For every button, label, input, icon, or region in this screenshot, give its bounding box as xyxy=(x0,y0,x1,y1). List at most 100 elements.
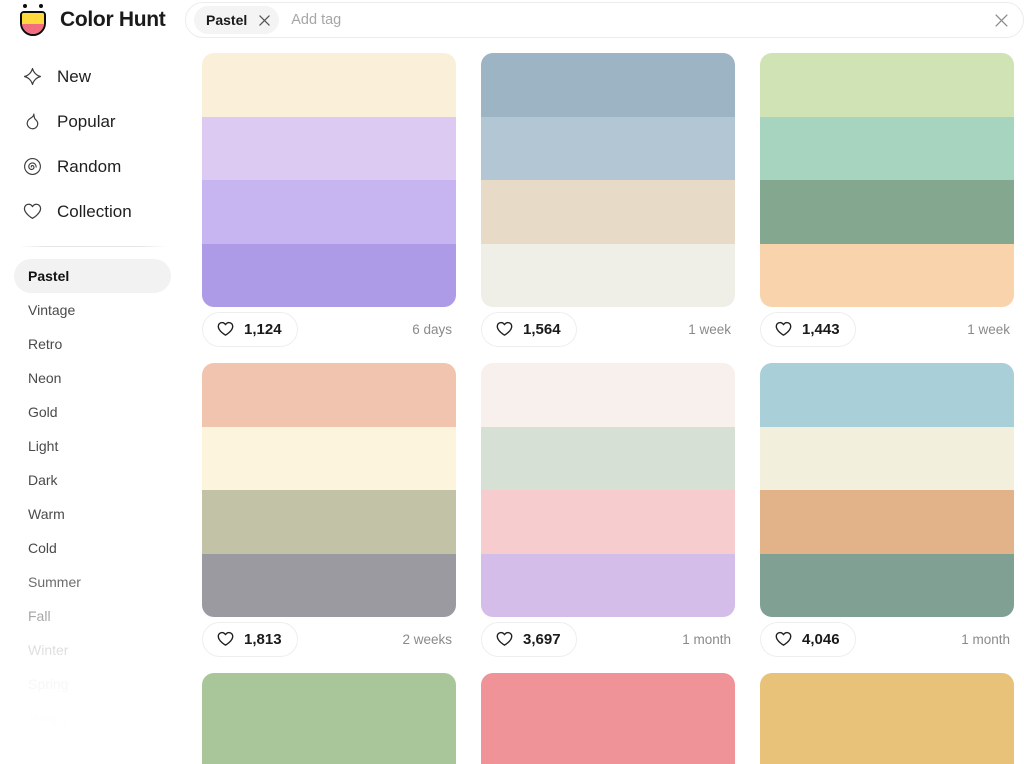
palette-card xyxy=(760,673,1014,764)
sidebar-tag-happy-label: Happy xyxy=(28,710,68,726)
brand-title: Color Hunt xyxy=(60,8,165,32)
palette-swatch[interactable] xyxy=(202,117,456,181)
sidebar-tag-cold[interactable]: Cold xyxy=(14,531,171,565)
palette-swatch[interactable] xyxy=(760,117,1014,181)
like-button[interactable]: 1,443 xyxy=(760,312,856,347)
palette-swatches[interactable] xyxy=(760,673,1014,764)
palette-swatch[interactable] xyxy=(481,490,735,554)
palette-swatches[interactable] xyxy=(760,53,1014,307)
like-button[interactable]: 1,813 xyxy=(202,622,298,657)
palette-swatch[interactable] xyxy=(760,673,1014,737)
app-body: New Popular Random xyxy=(0,40,1024,764)
like-count: 1,124 xyxy=(244,321,282,338)
sidebar-item-random[interactable]: Random xyxy=(0,144,185,189)
palette-swatch[interactable] xyxy=(481,117,735,181)
like-count: 4,046 xyxy=(802,631,840,648)
palette-swatch[interactable] xyxy=(481,363,735,427)
sidebar-item-popular[interactable]: Popular xyxy=(0,99,185,144)
sidebar-tag-pastel[interactable]: Pastel xyxy=(14,259,171,293)
sidebar-tag-fall-label: Fall xyxy=(28,608,51,624)
top-bar: Color Hunt Pastel xyxy=(0,0,1024,40)
palette-swatch[interactable] xyxy=(760,737,1014,764)
palette-swatch[interactable] xyxy=(202,427,456,491)
active-tag-chip-label: Pastel xyxy=(206,12,247,28)
palette-card-footer: 4,046 1 month xyxy=(760,617,1014,661)
palette-swatch[interactable] xyxy=(202,737,456,764)
palette-swatch[interactable] xyxy=(760,363,1014,427)
palette-card-footer: 1,124 6 days xyxy=(202,307,456,351)
clear-search-icon[interactable] xyxy=(989,8,1013,32)
palette-swatch[interactable] xyxy=(760,244,1014,308)
palette-timestamp: 1 week xyxy=(688,322,733,337)
sidebar-tag-happy[interactable]: Happy xyxy=(14,701,171,735)
sidebar-tag-pastel-label: Pastel xyxy=(28,268,69,284)
palette-swatches[interactable] xyxy=(481,363,735,617)
sidebar-tag-warm-label: Warm xyxy=(28,506,65,522)
heart-icon xyxy=(216,630,235,649)
like-button[interactable]: 1,564 xyxy=(481,312,577,347)
spiral-icon xyxy=(22,156,43,177)
palette-swatch[interactable] xyxy=(760,427,1014,491)
palette-swatches[interactable] xyxy=(760,363,1014,617)
palette-swatch[interactable] xyxy=(481,180,735,244)
palette-swatch[interactable] xyxy=(760,490,1014,554)
heart-icon xyxy=(774,630,793,649)
palette-swatch[interactable] xyxy=(202,490,456,554)
sidebar-item-collection[interactable]: Collection xyxy=(0,189,185,234)
sidebar-tag-retro[interactable]: Retro xyxy=(14,327,171,361)
palette-swatch[interactable] xyxy=(202,180,456,244)
palette-swatch[interactable] xyxy=(481,737,735,764)
sidebar-tag-light[interactable]: Light xyxy=(14,429,171,463)
palette-swatch[interactable] xyxy=(481,673,735,737)
add-tag-input[interactable] xyxy=(287,5,983,35)
like-button[interactable]: 4,046 xyxy=(760,622,856,657)
palette-card: 1,564 1 week xyxy=(481,53,735,351)
palette-swatch[interactable] xyxy=(481,244,735,308)
sidebar-tag-summer-label: Summer xyxy=(28,574,81,590)
remove-tag-icon[interactable] xyxy=(251,7,277,33)
palette-swatches[interactable] xyxy=(202,363,456,617)
sidebar-tag-warm[interactable]: Warm xyxy=(14,497,171,531)
palette-swatch[interactable] xyxy=(760,554,1014,618)
sidebar-tag-vintage-label: Vintage xyxy=(28,302,75,318)
palette-swatches[interactable] xyxy=(202,673,456,764)
palette-timestamp: 1 month xyxy=(682,632,733,647)
palette-card xyxy=(202,673,456,764)
heart-icon xyxy=(22,201,43,222)
sidebar-item-new[interactable]: New xyxy=(0,54,185,99)
sidebar-tag-summer[interactable]: Summer xyxy=(14,565,171,599)
palette-swatches[interactable] xyxy=(481,53,735,307)
palette-card: 4,046 1 month xyxy=(760,363,1014,661)
palette-swatches[interactable] xyxy=(481,673,735,764)
palette-swatch[interactable] xyxy=(202,244,456,308)
sidebar-tag-gold[interactable]: Gold xyxy=(14,395,171,429)
sidebar-tag-dark[interactable]: Dark xyxy=(14,463,171,497)
palette-swatch[interactable] xyxy=(202,53,456,117)
like-button[interactable]: 3,697 xyxy=(481,622,577,657)
palette-swatches[interactable] xyxy=(202,53,456,307)
palette-swatch[interactable] xyxy=(202,363,456,427)
palette-swatch[interactable] xyxy=(481,554,735,618)
palette-swatch[interactable] xyxy=(481,53,735,117)
sidebar-tag-spring[interactable]: Spring xyxy=(14,667,171,701)
brand-logo-link[interactable]: Color Hunt xyxy=(0,0,185,40)
like-count: 1,443 xyxy=(802,321,840,338)
sidebar-item-collection-label: Collection xyxy=(57,202,132,222)
palette-swatch[interactable] xyxy=(760,53,1014,117)
palette-swatch[interactable] xyxy=(202,673,456,737)
palette-swatch[interactable] xyxy=(760,180,1014,244)
sidebar-tag-winter[interactable]: Winter xyxy=(14,633,171,667)
sidebar-tag-neon[interactable]: Neon xyxy=(14,361,171,395)
flame-icon xyxy=(22,111,43,132)
tag-search-bar[interactable]: Pastel xyxy=(185,2,1024,38)
palette-swatch[interactable] xyxy=(481,427,735,491)
active-tag-chip[interactable]: Pastel xyxy=(194,6,279,34)
sidebar-item-popular-label: Popular xyxy=(57,112,116,132)
sidebar-tag-vintage[interactable]: Vintage xyxy=(14,293,171,327)
sidebar-tag-fall[interactable]: Fall xyxy=(14,599,171,633)
heart-icon xyxy=(495,630,514,649)
like-button[interactable]: 1,124 xyxy=(202,312,298,347)
palette-swatch[interactable] xyxy=(202,554,456,618)
palette-grid-area: 1,124 6 days xyxy=(185,40,1024,764)
sidebar-divider xyxy=(18,246,167,247)
